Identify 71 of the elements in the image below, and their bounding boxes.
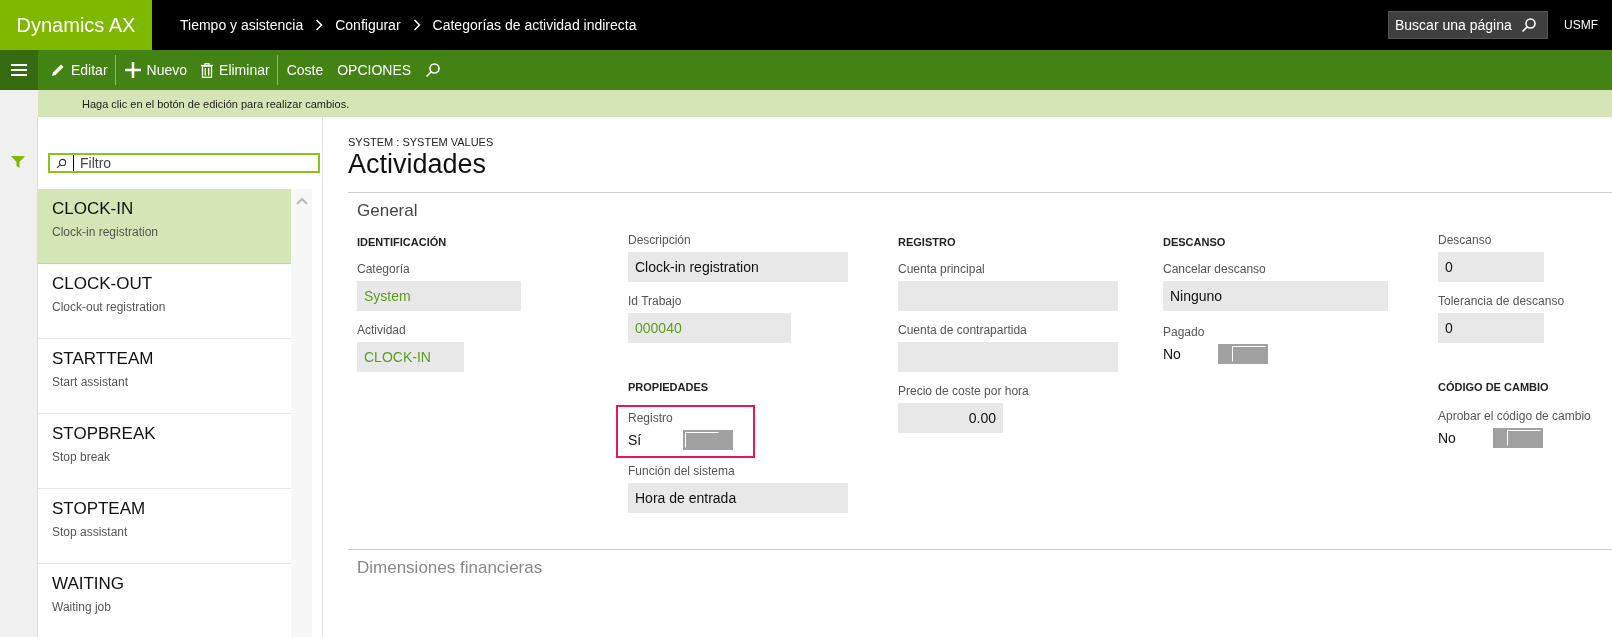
page-search-field[interactable]: Buscar una página	[1388, 11, 1548, 39]
item-title: STARTTEAM	[52, 349, 155, 369]
search-icon	[56, 158, 67, 168]
breadcrumb-link[interactable]: Configurar	[335, 17, 401, 33]
field-label: Descanso	[1438, 233, 1492, 247]
input-field[interactable]: 0.00	[898, 403, 1003, 433]
info-message: Haga clic en el botón de edición para realizar cambios.	[82, 97, 350, 110]
section-header[interactable]: Dimensiones financieras	[357, 558, 543, 578]
breadcrumb-link[interactable]: Tiempo y asistencia	[180, 17, 304, 33]
edit-button[interactable]: Editar	[44, 55, 116, 85]
toggle-switch[interactable]	[1493, 428, 1543, 448]
item-title: CLOCK-OUT	[52, 274, 154, 294]
filter-field[interactable]: Filtro	[48, 153, 320, 173]
item-title: CLOCK-IN	[52, 199, 135, 219]
scroll-up-icon[interactable]	[295, 197, 308, 205]
group-heading: IDENTIFICACIÓN	[357, 236, 447, 248]
breadcrumb-link[interactable]: Categorías de actividad indirecta	[432, 17, 637, 33]
field-label: Cuenta de contrapartida	[898, 323, 1027, 337]
input-field[interactable]: 0	[1438, 252, 1544, 282]
field-label: Registro	[628, 411, 673, 425]
delete-button[interactable]: Eliminar	[194, 55, 278, 85]
field-label: Descripción	[628, 233, 691, 247]
section-header[interactable]: General	[357, 201, 418, 221]
item-subtitle: Waiting job	[52, 600, 112, 614]
chevron-icon	[315, 19, 323, 31]
company-label[interactable]: USMF	[1564, 18, 1598, 32]
input-field[interactable]: 0	[1438, 313, 1544, 343]
toggle-value: Sí	[628, 432, 643, 448]
field-label: Actividad	[357, 323, 406, 337]
input-field[interactable]: Hora de entrada	[628, 483, 848, 513]
search-icon	[1521, 18, 1536, 33]
menu-icon[interactable]	[11, 64, 27, 76]
toolbar-button[interactable]: OPCIONES	[330, 55, 419, 85]
plus-icon	[124, 62, 141, 78]
search-icon	[425, 63, 440, 78]
toggle-switch[interactable]	[683, 430, 733, 450]
item-subtitle: Clock-in registration	[52, 225, 160, 239]
field-label: Precio de coste por hora	[898, 384, 1029, 398]
new-button[interactable]: Nuevo	[117, 55, 195, 85]
toggle-value: No	[1438, 430, 1457, 446]
field-label: Cuenta principal	[898, 262, 985, 276]
chevron-icon	[413, 19, 421, 31]
item-title: STOPBREAK	[52, 424, 157, 444]
filter-icon[interactable]	[11, 156, 25, 168]
item-subtitle: Start assistant	[52, 375, 130, 389]
field-label: Cancelar descanso	[1163, 262, 1266, 276]
group-heading: CÓDIGO DE CAMBIO	[1438, 381, 1549, 393]
group-heading: DESCANSO	[1163, 236, 1226, 248]
field-label: Categoría	[357, 262, 410, 276]
field-label: Id Trabajo	[628, 294, 682, 308]
field-label: Aprobar el código de cambio	[1438, 409, 1591, 423]
toggle-value: No	[1163, 346, 1182, 362]
item-subtitle: Stop assistant	[52, 525, 129, 539]
list-item[interactable]: CLOCK-IN Clock-in registration	[38, 189, 291, 264]
page-title: Actividades	[348, 148, 488, 180]
input-field[interactable]: Clock-in registration	[628, 252, 848, 282]
item-title: WAITING	[52, 574, 126, 594]
pencil-icon	[52, 64, 64, 76]
page-caption: SYSTEM : SYSTEM VALUES	[348, 136, 495, 148]
toggle-switch[interactable]	[1218, 344, 1268, 364]
field-label: Función del sistema	[628, 464, 735, 478]
item-title: STOPTEAM	[52, 499, 147, 519]
group-heading: PROPIEDADES	[628, 381, 709, 393]
item-subtitle: Clock-out registration	[52, 300, 167, 314]
trash-icon	[201, 62, 214, 78]
toolbar-button[interactable]: Coste	[279, 55, 331, 85]
group-heading: REGISTRO	[898, 236, 956, 248]
field-label: Tolerancia de descanso	[1438, 294, 1565, 308]
field-label: Pagado	[1163, 325, 1205, 339]
item-subtitle: Stop break	[52, 450, 112, 464]
input-field[interactable]: Ninguno	[1163, 281, 1388, 311]
